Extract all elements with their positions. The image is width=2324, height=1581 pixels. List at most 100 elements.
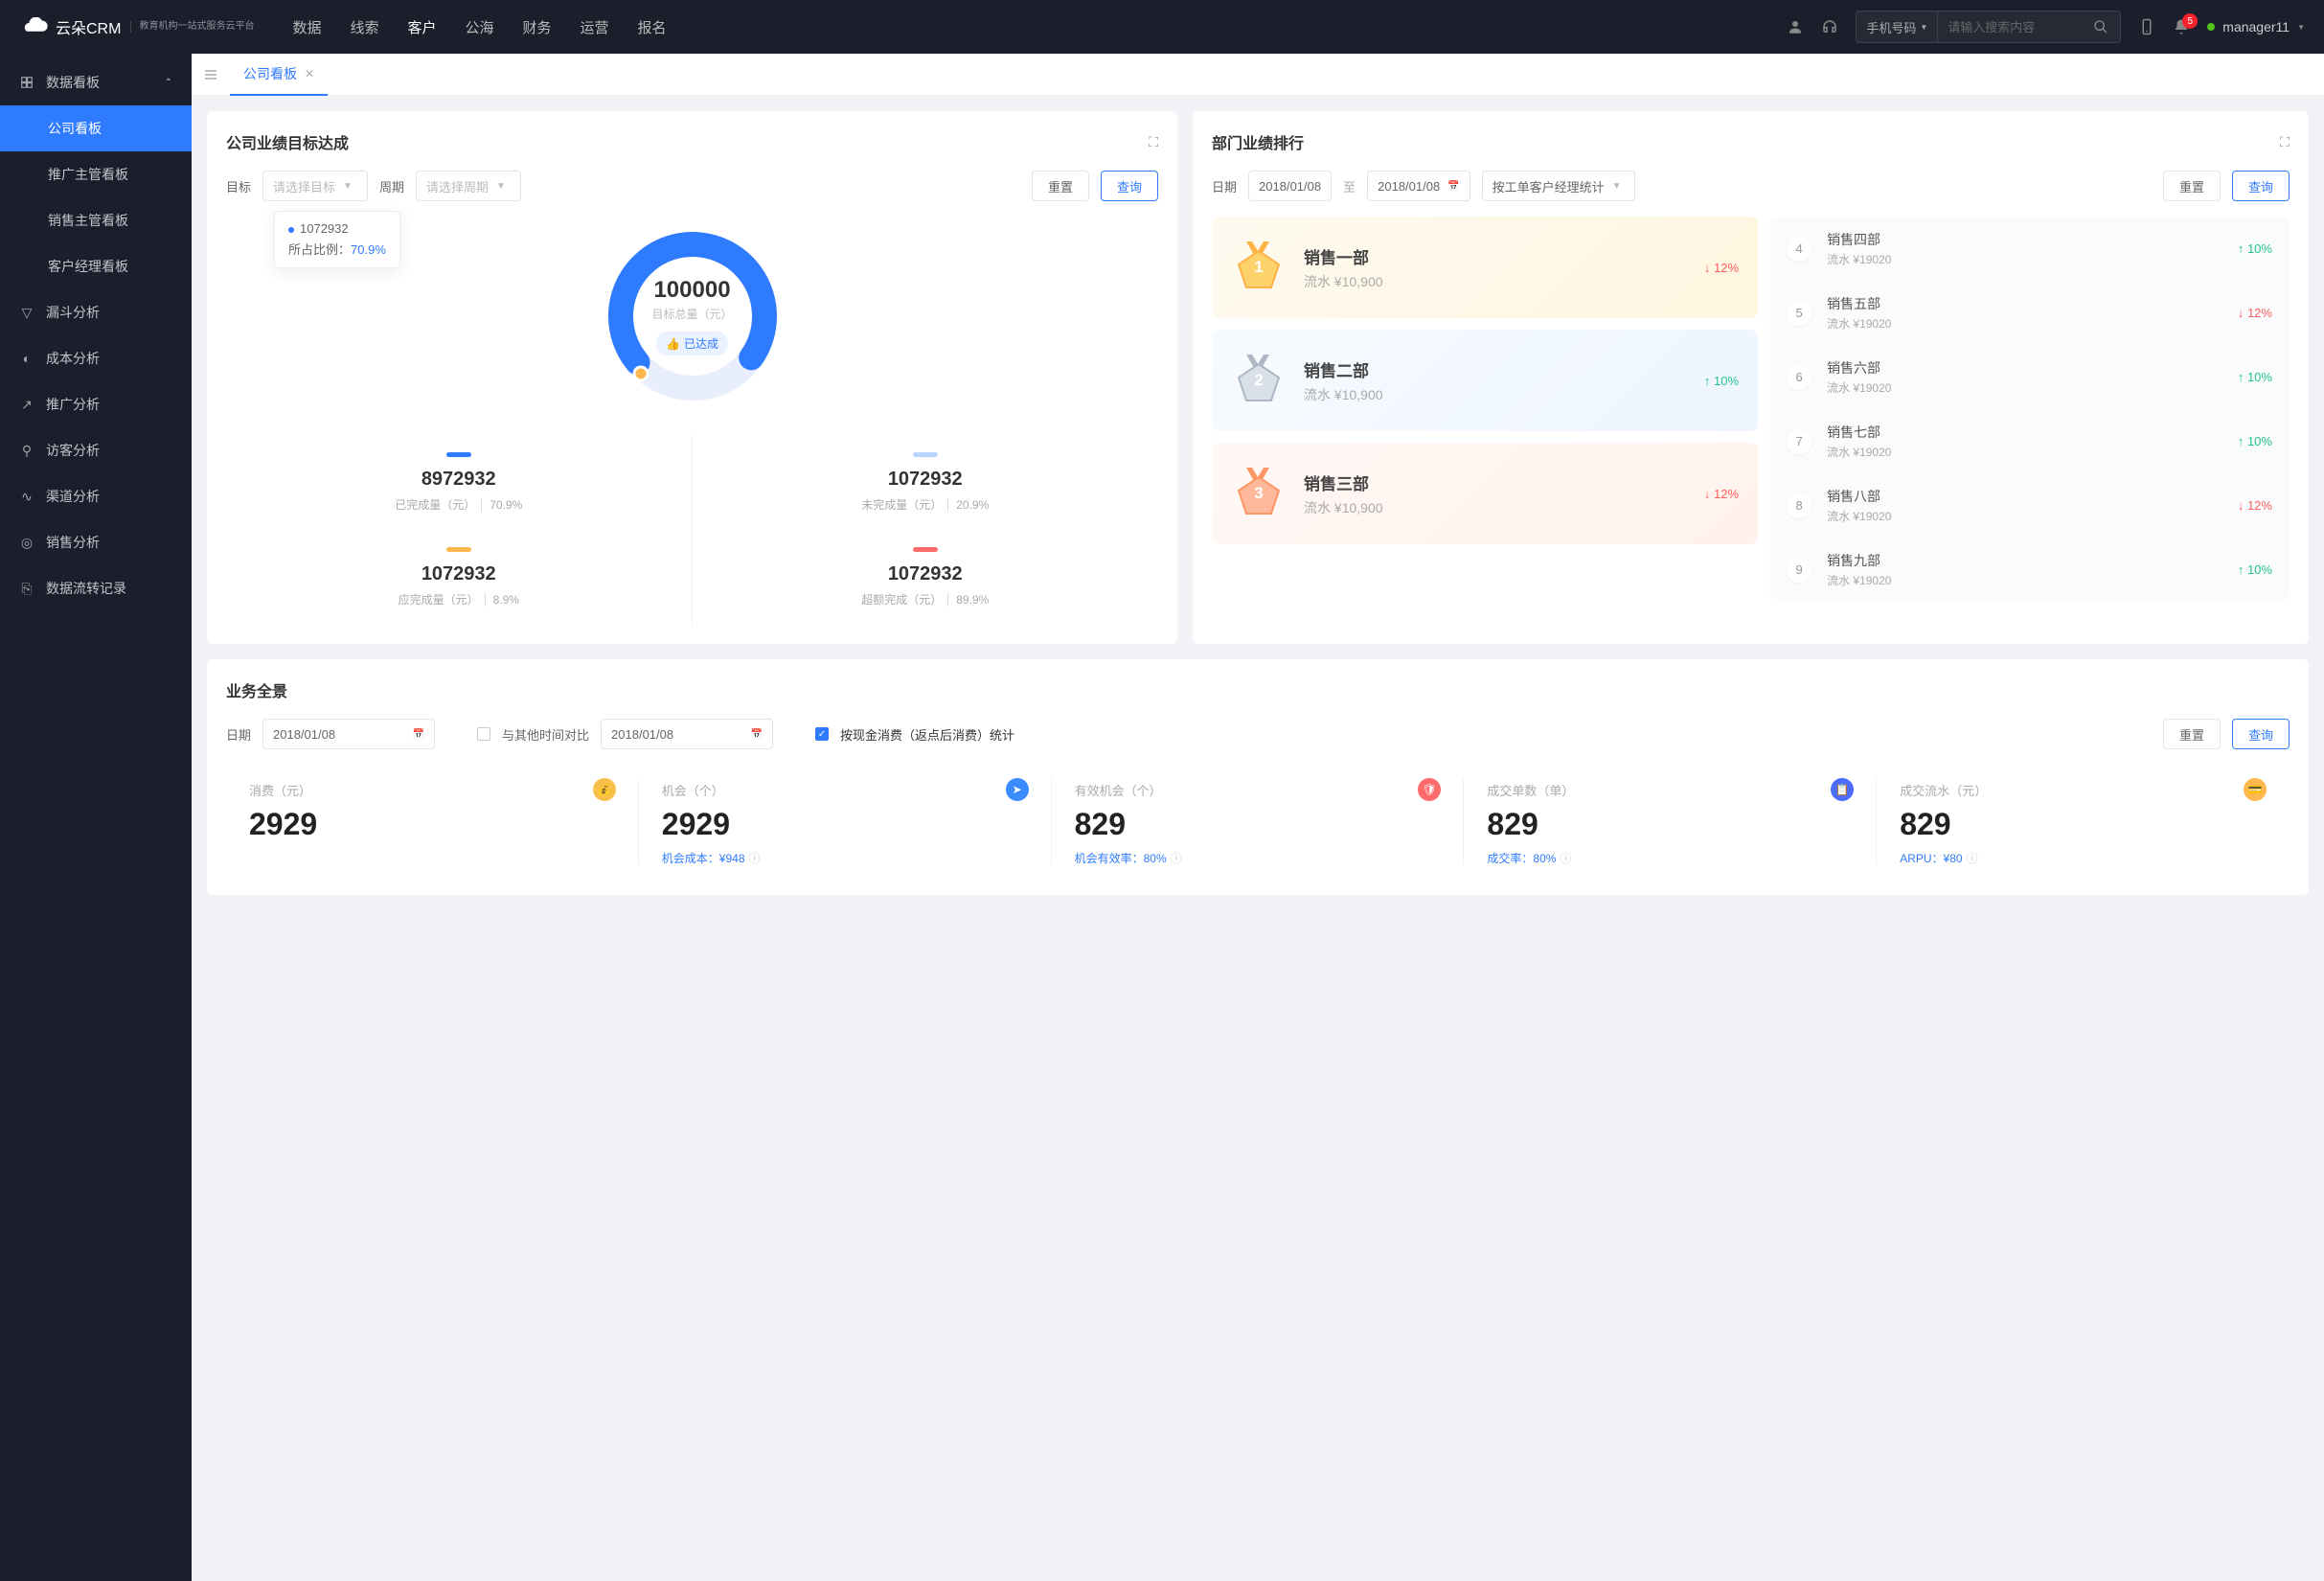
nav-item[interactable]: 线索 [350,17,378,37]
kpi-cell: 有效机会（个）🛡829机会有效率：80% ⓘ [1052,768,1465,876]
query-button[interactable]: 查询 [2232,719,2290,749]
cash-label: 按现金消费（返点后消费）统计 [840,725,1014,744]
sidebar-item[interactable]: 推广主管看板 [0,151,192,197]
menu-icon: ◐ [19,351,34,366]
username: manager11 [2222,19,2290,34]
compare-checkbox[interactable] [477,727,490,741]
date1-input[interactable]: 2018/01/08📅 [262,719,435,749]
expand-icon[interactable]: ⛶ [2280,134,2290,150]
bell-icon[interactable]: 5 [2173,18,2190,35]
stat-cell: 8972932已完成量（元）70.9% [226,435,693,530]
help-icon[interactable]: ⓘ [749,850,761,866]
menu-icon: ▽ [19,305,34,320]
target-label: 目标 [226,177,251,195]
change-indicator: ↓ 12% [2238,306,2272,320]
nav-item[interactable]: 运营 [581,17,609,37]
menu-icon: ↗ [19,397,34,412]
medal-icon: 3 [1231,466,1287,521]
help-icon[interactable]: ⓘ [1560,850,1571,866]
expand-icon[interactable]: ⛶ [1149,134,1158,150]
medal-icon: 1 [1231,240,1287,295]
help-icon[interactable]: ⓘ [1171,850,1182,866]
status-dot [2207,23,2215,31]
date-label: 日期 [226,725,251,744]
target-card: 公司业绩目标达成 ⛶ 目标 请选择目标▼ 周期 请选择周期▼ 重置 查询 [207,111,1177,644]
period-select[interactable]: 请选择周期▼ [416,171,521,201]
rank-row: 9销售九部流水 ¥19020↑ 10% [1769,538,2290,600]
sidebar-item[interactable]: ▽漏斗分析 [0,289,192,335]
query-button[interactable]: 查询 [1101,171,1158,201]
user-menu[interactable]: manager11 ▼ [2207,19,2305,34]
kpi-cell: 机会（个）➤2929机会成本：¥948 ⓘ [639,768,1052,876]
logo-subtitle: 教育机构一站式服务云平台 [130,21,254,33]
sidebar: 数据看板 ⌃ 公司看板推广主管看板销售主管看板客户经理看板 ▽漏斗分析◐成本分析… [0,54,192,1581]
target-select[interactable]: 请选择目标▼ [262,171,368,201]
tab-company-board[interactable]: 公司看板 ✕ [230,54,328,96]
close-icon[interactable]: ✕ [305,67,314,80]
sidebar-item[interactable]: ↗推广分析 [0,381,192,427]
sidebar-item[interactable]: 公司看板 [0,105,192,151]
sidebar-group-dashboard[interactable]: 数据看板 ⌃ [0,59,192,105]
change-indicator: ↓ 12% [1704,487,1739,501]
user-icon[interactable] [1787,18,1804,35]
nav-item[interactable]: 客户 [407,17,436,37]
nav-item[interactable]: 数据 [292,17,321,37]
logo-text: 云朵CRM [56,15,121,38]
chevron-up-icon: ⌃ [165,78,172,88]
dashboard-icon [19,75,34,90]
change-indicator: ↑ 10% [2238,241,2272,256]
target-card-title: 公司业绩目标达成 [226,130,349,153]
main-content: 公司看板 ✕ 公司业绩目标达成 ⛶ 目标 请选择目标▼ 周期 请选择周期▼ [192,54,2324,1581]
search-type-select[interactable]: 手机号码▼ [1857,11,1938,42]
medal-icon: 2 [1231,353,1287,408]
help-icon[interactable]: ⓘ [1967,850,1978,866]
achieved-badge: 👍已达成 [656,332,728,355]
tabs-bar: 公司看板 ✕ [192,54,2324,96]
query-button[interactable]: 查询 [2232,171,2290,201]
logo: 云朵CRM 教育机构一站式服务云平台 [19,15,254,38]
sidebar-item[interactable]: 销售主管看板 [0,197,192,243]
phone-icon[interactable] [2138,18,2155,35]
sidebar-item[interactable]: 客户经理看板 [0,243,192,289]
change-indicator: ↑ 10% [2238,370,2272,384]
overview-card: 业务全景 日期 2018/01/08📅 与其他时间对比 2018/01/08📅 … [207,659,2309,895]
hamburger-icon[interactable] [203,67,218,82]
reset-button[interactable]: 重置 [2163,719,2221,749]
menu-icon: ◎ [19,535,34,550]
notification-badge: 5 [2182,13,2198,29]
stat-cell: 1072932未完成量（元）20.9% [693,435,1159,530]
reset-button[interactable]: 重置 [1032,171,1089,201]
top-header: 云朵CRM 教育机构一站式服务云平台 数据线索客户公海财务运营报名 手机号码▼ … [0,0,2324,54]
nav-item[interactable]: 财务 [523,17,552,37]
search-button[interactable] [2082,19,2120,34]
stat-cell: 1072932超额完成（元）89.9% [693,530,1159,625]
kpi-cell: 成交单数（单）📋829成交率：80% ⓘ [1464,768,1877,876]
nav-item[interactable]: 报名 [638,17,667,37]
kpi-icon: 💳 [2244,778,2267,801]
headset-icon[interactable] [1821,18,1838,35]
sidebar-item[interactable]: ◐成本分析 [0,335,192,381]
mode-select[interactable]: 按工单客户经理统计▼ [1482,171,1635,201]
date2-input[interactable]: 2018/01/08📅 [601,719,773,749]
sidebar-item[interactable]: ⚲访客分析 [0,427,192,473]
stat-cell: 1072932应完成量（元）8.9% [226,530,693,625]
cash-checkbox[interactable]: ✓ [815,727,829,741]
chart-tooltip: 1072932 所占比例：70.9% [274,211,400,268]
kpi-icon: ➤ [1006,778,1029,801]
donut-label: 目标总量（元） [651,306,732,322]
date-from-input[interactable]: 2018/01/08 [1248,171,1332,201]
sidebar-item[interactable]: ⎘数据流转记录 [0,565,192,611]
reset-button[interactable]: 重置 [2163,171,2221,201]
rank-top-card: 3 销售三部流水 ¥10,900 ↓ 12% [1212,443,1758,544]
sidebar-item[interactable]: ◎销售分析 [0,519,192,565]
period-label: 周期 [379,177,404,195]
search-input[interactable] [1938,20,2082,34]
kpi-cell: 消费（元）💰2929 [226,768,639,876]
main-nav: 数据 线索 客户 公海 财务 运营 报名 [292,17,666,37]
nav-item[interactable]: 公海 [466,17,494,37]
date-to-input[interactable]: 2018/01/08📅 [1367,171,1470,201]
thumbs-up-icon: 👍 [666,337,680,351]
sidebar-item[interactable]: ∿渠道分析 [0,473,192,519]
rank-row: 8销售八部流水 ¥19020↓ 12% [1769,473,2290,538]
kpi-icon: 🛡 [1418,778,1441,801]
